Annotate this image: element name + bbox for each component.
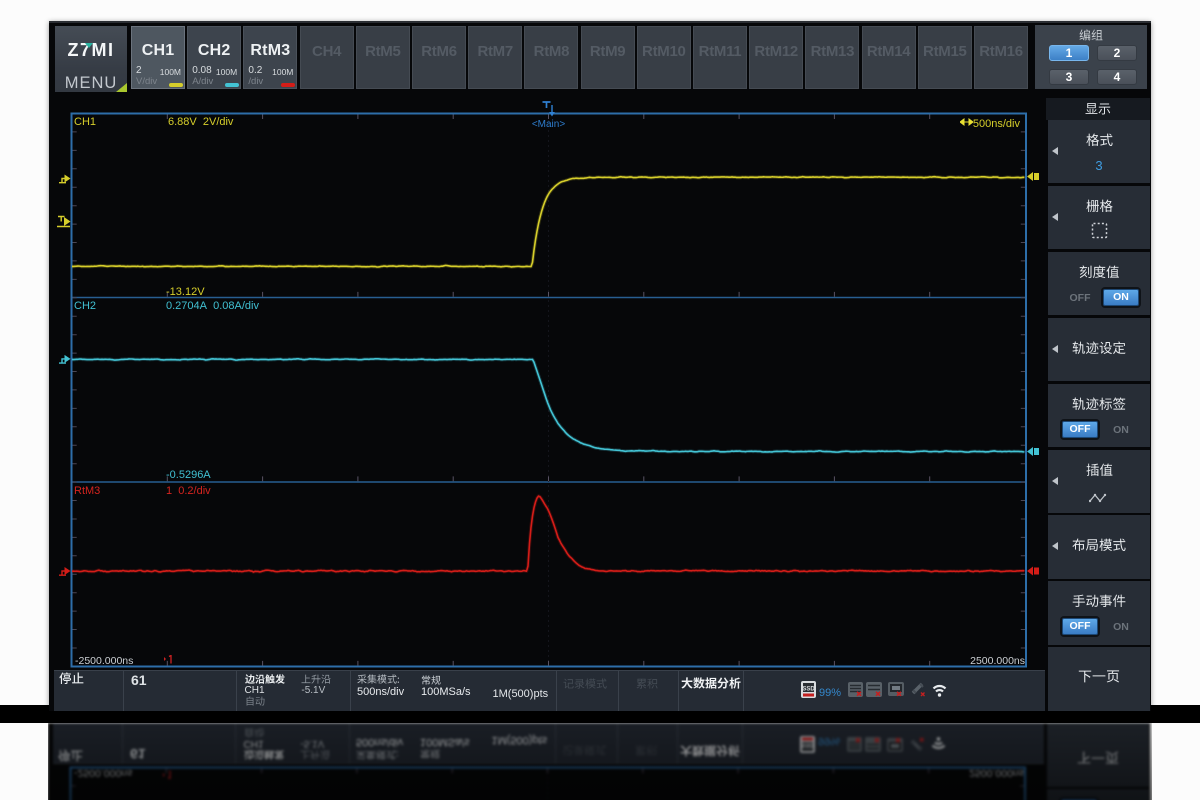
svg-text:SSD: SSD xyxy=(802,687,815,693)
svg-text:99%: 99% xyxy=(819,687,841,699)
